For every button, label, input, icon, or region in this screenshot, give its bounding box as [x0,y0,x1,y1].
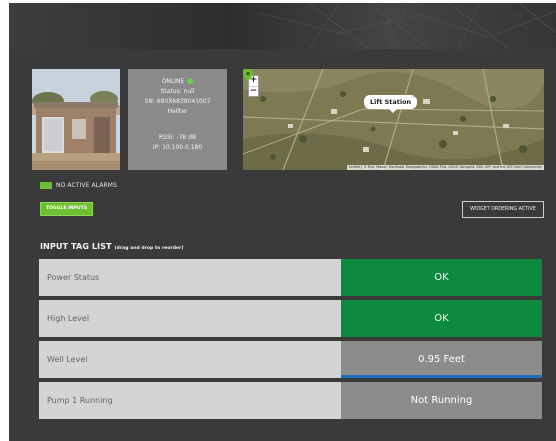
toggle-inputs-button[interactable]: TOGGLE INPUTS [40,202,93,216]
tag-name: Pump 1 Running [39,382,341,419]
online-status: ONLINE [128,77,227,87]
site-map[interactable]: + − Lift Station × Leaflet | © Esri, Max… [243,69,544,170]
well-level-bar-fill [341,375,542,378]
list-title-text: INPUT TAG LIST [40,241,112,251]
tag-row-pump-1-running[interactable]: Pump 1 Running Not Running [39,382,542,419]
map-attribution[interactable]: Leaflet | © Esri, Maxar, Earthstar Geogr… [346,165,544,170]
banner-pattern [258,3,556,49]
popup-tip [389,109,397,113]
device-carrier: Hellter [167,108,188,115]
alarm-status: NO ACTIVE ALARMS [40,180,117,190]
popup-close-icon[interactable]: × [412,94,416,100]
location-marker-icon[interactable] [243,69,253,81]
list-title-hint: (drag and drop to reorder) [114,246,184,251]
tag-row-well-level[interactable]: Well Level 0.95 Feet [39,341,542,378]
tag-name: High Level [39,300,341,337]
tag-value: 0.95 Feet [418,354,465,365]
input-tag-list-title: INPUT TAG LIST (drag and drop to reorder… [40,241,183,251]
alarm-text: NO ACTIVE ALARMS [56,181,117,189]
well-level-bar [341,375,542,378]
tag-value-well-level: 0.95 Feet [341,341,542,378]
device-info-card: ONLINE Status: null SN: 680X6838041007 H… [128,69,227,170]
tag-value: OK [341,300,542,337]
zoom-out-button[interactable]: − [249,86,258,96]
device-serial: SN: 680X6838041007 [144,98,211,105]
online-label: ONLINE [161,78,185,85]
header-banner [9,3,556,49]
tag-name: Power Status [39,259,341,296]
site-photo [32,69,120,170]
device-status: Status: null [160,88,195,95]
satellite-imagery [243,69,544,170]
map-popup: Lift Station × [364,94,418,113]
tag-row-high-level[interactable]: High Level OK [39,300,542,337]
tag-value: OK [341,259,542,296]
tag-name: Well Level [39,341,341,378]
dashboard-frame: ONLINE Status: null SN: 680X6838041007 H… [9,3,556,441]
tag-row-power-status[interactable]: Power Status OK [39,259,542,296]
tag-value: Not Running [341,382,542,419]
device-ip: IP: 10.100.0.180 [152,144,203,151]
device-rssi: RSSI: -78 dB [158,134,197,141]
widget-ordering-button[interactable]: WIDGET ORDERING ACTIVE [462,201,544,218]
alarm-indicator-icon [40,181,52,189]
online-indicator-icon [187,78,194,84]
popup-label: Lift Station [370,98,412,106]
